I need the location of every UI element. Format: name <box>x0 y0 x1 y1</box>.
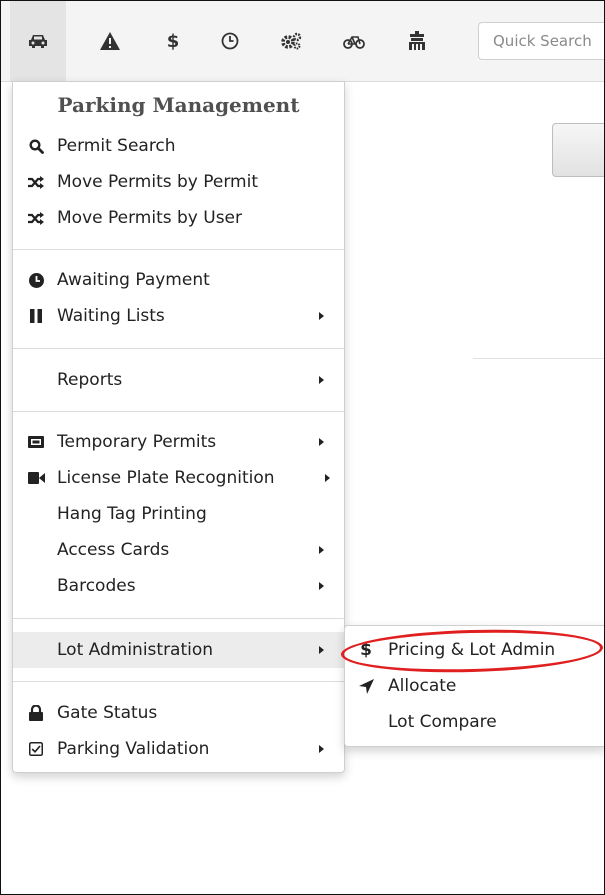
chevron-right-icon <box>319 312 324 320</box>
parking-management-menu: Parking Management Permit Search Move Pe… <box>12 81 345 773</box>
menu-item-waiting-lists[interactable]: Waiting Lists <box>13 298 344 334</box>
menu-item-move-permits-by-user[interactable]: Move Permits by User <box>13 200 344 236</box>
chevron-right-icon <box>319 745 324 753</box>
top-navbar: $ <box>1 1 604 82</box>
submenu-item-lot-compare[interactable]: Lot Compare <box>345 704 604 740</box>
menu-item-permit-search[interactable]: Permit Search <box>13 128 344 164</box>
menu-header: Parking Management <box>57 93 300 117</box>
submenu-item-allocate[interactable]: Allocate <box>345 668 604 704</box>
gate-icon[interactable] <box>389 1 445 81</box>
menu-item-hang-tag-printing[interactable]: Hang Tag Printing <box>13 496 344 532</box>
lot-administration-submenu: $ Pricing & Lot Admin Allocate Lot Compa… <box>344 625 604 747</box>
menu-item-awaiting-payment[interactable]: Awaiting Payment <box>13 262 344 298</box>
submenu-item-pricing-lot-admin[interactable]: $ Pricing & Lot Admin <box>345 632 604 668</box>
menu-item-barcodes[interactable]: Barcodes <box>13 568 344 604</box>
chevron-right-icon <box>325 474 330 482</box>
checkbox-icon <box>27 731 45 767</box>
dollar-icon: $ <box>360 640 372 660</box>
pause-icon <box>27 298 45 334</box>
dollar-icon[interactable]: $ <box>145 1 201 81</box>
search-icon <box>27 128 45 164</box>
menu-divider <box>13 249 344 250</box>
menu-item-parking-validation[interactable]: Parking Validation <box>13 731 344 767</box>
bicycle-icon[interactable] <box>326 1 382 81</box>
video-camera-icon <box>27 460 45 496</box>
menu-item-license-plate-recognition[interactable]: License Plate Recognition <box>13 460 344 496</box>
background-button[interactable] <box>552 123 604 177</box>
warning-icon[interactable] <box>82 1 138 81</box>
location-arrow-icon <box>357 668 375 704</box>
menu-item-reports[interactable]: Reports <box>13 362 344 398</box>
menu-divider <box>13 348 344 349</box>
chevron-right-icon <box>319 582 324 590</box>
menu-item-move-permits-by-permit[interactable]: Move Permits by Permit <box>13 164 344 200</box>
menu-item-access-cards[interactable]: Access Cards <box>13 532 344 568</box>
app-frame: $ Parking Management Permit Search <box>0 0 605 895</box>
menu-item-temporary-permits[interactable]: Temporary Permits <box>13 424 344 460</box>
menu-divider <box>13 411 344 412</box>
cogs-icon[interactable] <box>263 1 319 81</box>
background-divider <box>473 358 604 359</box>
menu-divider <box>13 618 344 619</box>
ticket-icon <box>27 424 45 460</box>
menu-item-lot-administration[interactable]: Lot Administration <box>13 632 344 668</box>
chevron-right-icon <box>319 646 324 654</box>
quick-search-input[interactable] <box>478 22 604 60</box>
shuffle-icon <box>27 200 45 236</box>
menu-item-gate-status[interactable]: Gate Status <box>13 695 344 731</box>
car-icon[interactable] <box>10 1 66 81</box>
clock-icon <box>27 262 45 298</box>
lock-icon <box>27 695 45 731</box>
clock-icon[interactable] <box>202 1 258 81</box>
shuffle-icon <box>27 164 45 200</box>
chevron-right-icon <box>319 376 324 384</box>
menu-divider <box>13 681 344 682</box>
chevron-right-icon <box>319 546 324 554</box>
chevron-right-icon <box>319 438 324 446</box>
